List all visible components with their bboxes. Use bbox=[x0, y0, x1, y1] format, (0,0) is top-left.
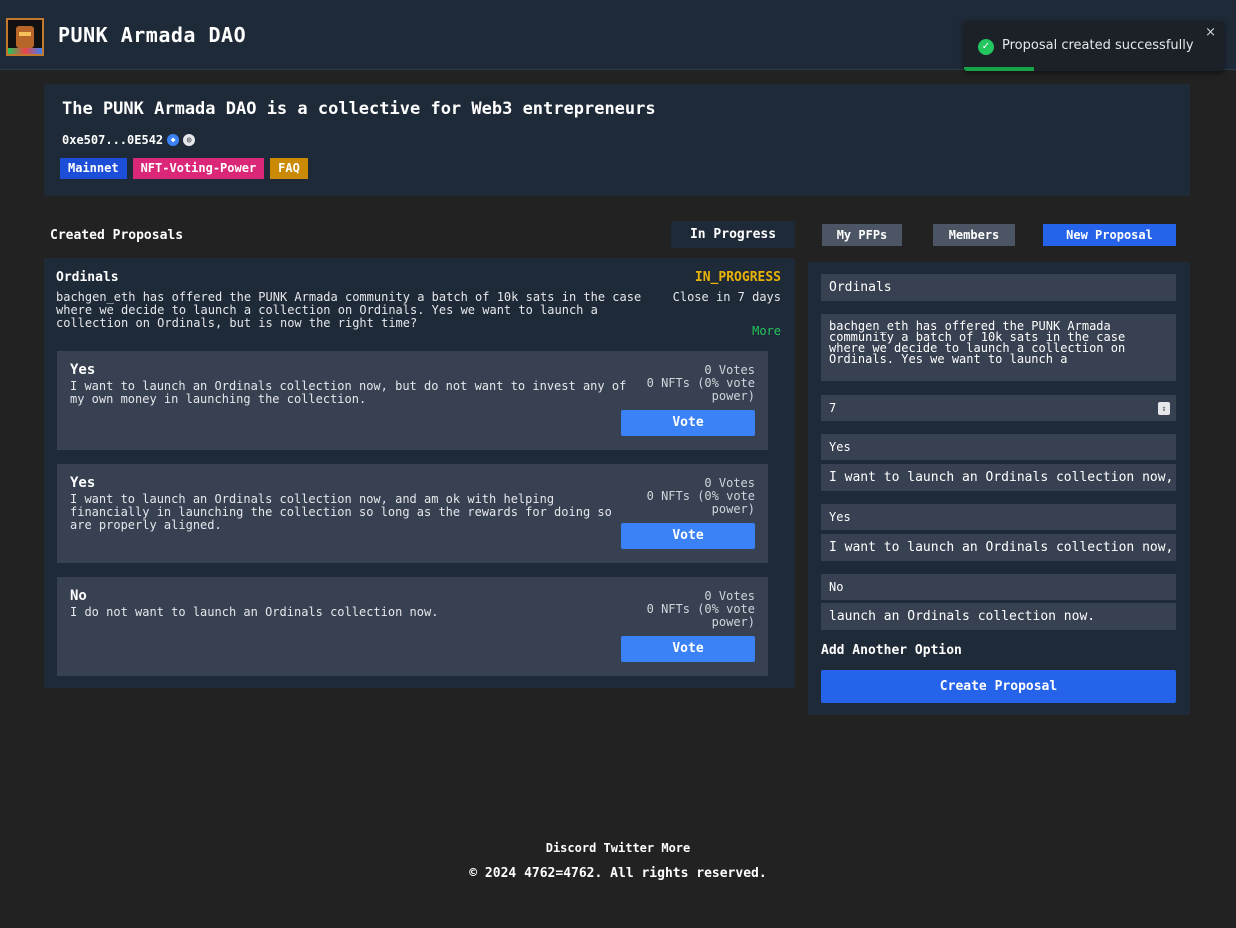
option-1-title-input[interactable]: Yes bbox=[821, 434, 1176, 460]
proposal-more-link[interactable]: More bbox=[752, 324, 781, 338]
create-proposal-button[interactable]: Create Proposal bbox=[821, 670, 1176, 703]
vote-option: No I do not want to launch an Ordinals c… bbox=[57, 577, 768, 676]
tag-faq[interactable]: FAQ bbox=[270, 158, 308, 179]
option-nft-power: 0 NFTs (0% vote power) bbox=[646, 602, 755, 629]
duration-number-input[interactable]: 7 ⇕ bbox=[821, 395, 1176, 421]
duration-value: 7 bbox=[829, 401, 837, 415]
check-circle-icon: ✓ bbox=[978, 39, 994, 55]
option-3-description-input[interactable]: launch an Ordinals collection now. bbox=[821, 603, 1176, 630]
option-vote-stats: 0 Votes 0 NFTs (0% vote power) bbox=[605, 590, 755, 629]
vote-option: Yes I want to launch an Ordinals collect… bbox=[57, 351, 768, 450]
toast-message: Proposal created successfully bbox=[1002, 38, 1194, 53]
footer-copyright: © 2024 4762=4762. All rights reserved. bbox=[469, 866, 767, 881]
option-title: Yes bbox=[70, 475, 96, 491]
proposal-title: Ordinals bbox=[56, 270, 119, 285]
option-title: No bbox=[70, 588, 87, 604]
option-3-title-input[interactable]: No bbox=[821, 574, 1176, 600]
add-another-option-link[interactable]: Add Another Option bbox=[821, 643, 962, 658]
option-title: Yes bbox=[70, 362, 96, 378]
option-vote-stats: 0 Votes 0 NFTs (0% vote power) bbox=[605, 477, 755, 516]
option-description: I want to launch an Ordinals collection … bbox=[70, 492, 612, 532]
vote-button[interactable]: Vote bbox=[621, 523, 755, 549]
proposal-description: bachgen_eth has offered the PUNK Armada … bbox=[56, 290, 642, 330]
dao-headline: The PUNK Armada DAO is a collective for … bbox=[62, 99, 656, 119]
app-title[interactable]: PUNK Armada DAO bbox=[58, 23, 246, 47]
new-proposal-form: Ordinals bachgen_eth has offered the PUN… bbox=[808, 262, 1190, 715]
option-2-title-input[interactable]: Yes bbox=[821, 504, 1176, 530]
footer-links: Discord Twitter More bbox=[0, 841, 1236, 855]
dao-address: 0xe507...0E542 ◆ ◎ bbox=[62, 133, 196, 147]
tab-my-pfps[interactable]: My PFPs bbox=[822, 224, 902, 246]
globe-icon[interactable]: ◎ bbox=[183, 134, 196, 146]
footer-link-discord[interactable]: Discord bbox=[546, 841, 597, 855]
proposal-description-textarea[interactable]: bachgen_eth has offered the PUNK Armada … bbox=[821, 314, 1176, 381]
option-description: I do not want to launch an Ordinals coll… bbox=[70, 605, 439, 619]
spinner-arrows-icon[interactable]: ⇕ bbox=[1158, 402, 1170, 415]
option-1-description-input[interactable]: I want to launch an Ordinals collection … bbox=[821, 464, 1176, 491]
option-vote-stats: 0 Votes 0 NFTs (0% vote power) bbox=[605, 364, 755, 403]
dao-tags: Mainnet NFT-Voting-Power FAQ bbox=[60, 158, 308, 179]
toast-progress-bar bbox=[964, 67, 1035, 71]
dao-address-text[interactable]: 0xe507...0E542 bbox=[62, 133, 163, 147]
vote-button[interactable]: Vote bbox=[621, 636, 755, 662]
option-nft-power: 0 NFTs (0% vote power) bbox=[646, 376, 755, 403]
proposal-close-countdown: Close in 7 days bbox=[672, 290, 781, 304]
option-2-description-input[interactable]: I want to launch an Ordinals collection … bbox=[821, 534, 1176, 561]
tag-mainnet: Mainnet bbox=[60, 158, 127, 179]
option-nft-power: 0 NFTs (0% vote power) bbox=[646, 489, 755, 516]
footer-link-more[interactable]: More bbox=[661, 841, 690, 855]
option-description: I want to launch an Ordinals collection … bbox=[70, 379, 627, 406]
success-toast: ✓ Proposal created successfully × bbox=[964, 21, 1224, 71]
ethereum-icon[interactable]: ◆ bbox=[167, 134, 180, 146]
tab-members[interactable]: Members bbox=[933, 224, 1015, 246]
proposal-title-input[interactable]: Ordinals bbox=[821, 274, 1176, 301]
proposal-card: Ordinals bachgen_eth has offered the PUN… bbox=[44, 258, 795, 688]
tab-new-proposal[interactable]: New Proposal bbox=[1043, 224, 1176, 246]
vote-button[interactable]: Vote bbox=[621, 410, 755, 436]
created-proposals-heading: Created Proposals bbox=[50, 228, 184, 243]
in-progress-filter-button[interactable]: In Progress bbox=[671, 221, 795, 248]
punk-avatar-icon[interactable] bbox=[6, 18, 44, 56]
vote-option: Yes I want to launch an Ordinals collect… bbox=[57, 464, 768, 563]
proposal-status-badge: IN_PROGRESS bbox=[694, 270, 781, 285]
tag-nft-voting-power: NFT-Voting-Power bbox=[132, 158, 265, 179]
dao-info-card: The PUNK Armada DAO is a collective for … bbox=[44, 84, 1190, 196]
close-icon[interactable]: × bbox=[1205, 25, 1216, 40]
footer-link-twitter[interactable]: Twitter bbox=[604, 841, 655, 855]
